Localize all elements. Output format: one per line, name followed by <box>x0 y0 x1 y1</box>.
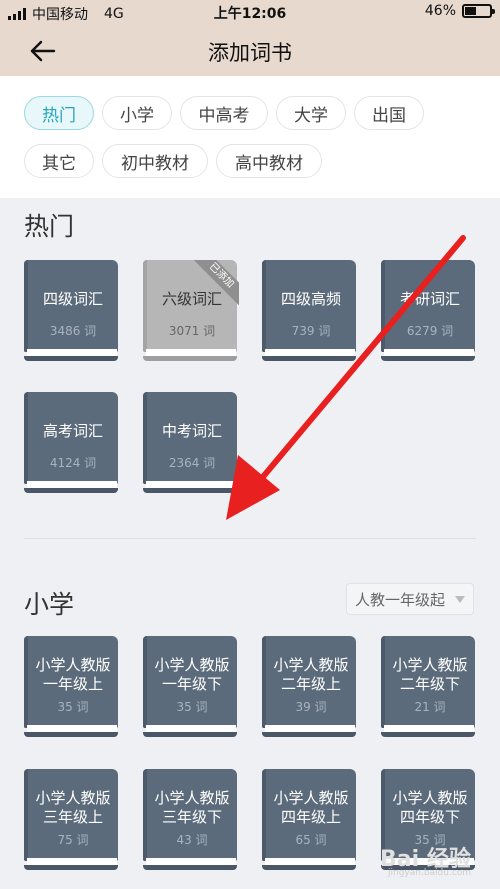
book-name: 高考词汇 <box>42 422 103 440</box>
chip-label: 其它 <box>42 153 76 174</box>
baidu-watermark: Bai 经验 jingyan.baidu.com <box>380 837 490 881</box>
book-name: 四级词汇 <box>42 290 103 308</box>
book-word-count: 43 词 <box>176 833 208 847</box>
filter-chip-hot[interactable]: 热门 <box>24 96 94 130</box>
book-name: 六级词汇 <box>161 290 222 308</box>
book-postgrad-vocab[interactable]: 考研词汇 6279 词 <box>381 260 477 364</box>
page-title: 添加词书 <box>208 41 292 65</box>
filter-chip-senior-textbook[interactable]: 高中教材 <box>216 144 322 178</box>
book-primary-g2-b[interactable]: 小学人教版 二年级下 21 词 <box>381 636 477 740</box>
watermark-subtext: jingyan.baidu.com <box>388 868 472 878</box>
filter-chip-exam[interactable]: 中高考 <box>180 96 268 130</box>
book-primary-g1-a[interactable]: 小学人教版 一年级上 35 词 <box>24 636 120 740</box>
chip-label: 中高考 <box>198 105 250 126</box>
book-primary-g2-a[interactable]: 小学人教版 二年级上 39 词 <box>262 636 358 740</box>
dropdown-triangle-icon <box>455 596 465 603</box>
book-name: 小学人教版 三年级下 <box>154 789 230 826</box>
book-word-count: 6279 词 <box>406 324 454 338</box>
book-name: 小学人教版 二年级上 <box>273 656 349 693</box>
book-cet4-frequent[interactable]: 四级高频 739 词 <box>262 260 358 364</box>
book-word-count: 3071 词 <box>168 324 216 338</box>
book-word-count: 4124 词 <box>49 456 97 470</box>
section-divider <box>24 538 476 539</box>
filter-panel: 热门 小学 中高考 大学 出国 其它 初中教材 高中教材 <box>0 76 500 198</box>
chip-label: 大学 <box>294 105 328 126</box>
nav-bar: 添加词书 <box>0 24 500 76</box>
book-word-count: 75 词 <box>57 833 89 847</box>
filter-chip-junior-textbook[interactable]: 初中教材 <box>102 144 208 178</box>
book-name: 小学人教版 四年级上 <box>273 789 349 826</box>
book-word-count: 35 词 <box>57 700 89 714</box>
book-name: 小学人教版 二年级下 <box>392 656 468 693</box>
book-word-count: 739 词 <box>291 324 331 338</box>
filter-chip-abroad[interactable]: 出国 <box>354 96 424 130</box>
filter-chip-primary[interactable]: 小学 <box>102 96 172 130</box>
book-cet4-vocab[interactable]: 四级词汇 3486 词 <box>24 260 120 364</box>
book-name: 小学人教版 三年级上 <box>35 789 111 826</box>
book-primary-g4-a[interactable]: 小学人教版 四年级上 65 词 <box>262 769 358 873</box>
book-word-count: 65 词 <box>295 833 327 847</box>
book-name: 考研词汇 <box>399 290 460 308</box>
chip-label: 出国 <box>372 105 406 126</box>
book-name: 小学人教版 一年级上 <box>35 656 111 693</box>
chip-label: 初中教材 <box>121 153 189 174</box>
chip-label: 高中教材 <box>235 153 303 174</box>
book-primary-g3-a[interactable]: 小学人教版 三年级上 75 词 <box>24 769 120 873</box>
edition-select[interactable]: 人教一年级起 <box>346 583 474 615</box>
book-primary-g1-b[interactable]: 小学人教版 一年级下 35 词 <box>143 636 239 740</box>
book-word-count: 3486 词 <box>49 324 97 338</box>
status-bar: 中国移动 4G 上午12:06 46% <box>0 0 500 24</box>
section-title-hot: 热门 <box>24 212 75 241</box>
battery-percent: 46% <box>424 3 456 19</box>
chip-label: 小学 <box>120 105 154 126</box>
book-name: 中考词汇 <box>161 422 222 440</box>
book-word-count: 39 词 <box>295 700 327 714</box>
book-cet6-vocab[interactable]: 已添加 六级词汇 3071 词 <box>143 260 239 364</box>
filter-chip-college[interactable]: 大学 <box>276 96 346 130</box>
filter-chip-other[interactable]: 其它 <box>24 144 94 178</box>
book-word-count: 2364 词 <box>168 456 216 470</box>
book-zhongkao-vocab[interactable]: 中考词汇 2364 词 <box>143 392 239 496</box>
book-word-count: 21 词 <box>414 700 446 714</box>
book-primary-g3-b[interactable]: 小学人教版 三年级下 43 词 <box>143 769 239 873</box>
battery-icon <box>462 4 495 18</box>
edition-select-value: 人教一年级起 <box>355 590 446 609</box>
status-right: 46% <box>424 3 495 19</box>
section-title-primary: 小学 <box>24 590 75 619</box>
book-word-count: 35 词 <box>176 700 208 714</box>
book-name: 小学人教版 四年级下 <box>392 789 468 826</box>
chip-label: 热门 <box>42 105 76 126</box>
book-name: 四级高频 <box>280 290 341 308</box>
book-name: 小学人教版 一年级下 <box>154 656 230 693</box>
book-gaokao-vocab[interactable]: 高考词汇 4124 词 <box>24 392 120 496</box>
